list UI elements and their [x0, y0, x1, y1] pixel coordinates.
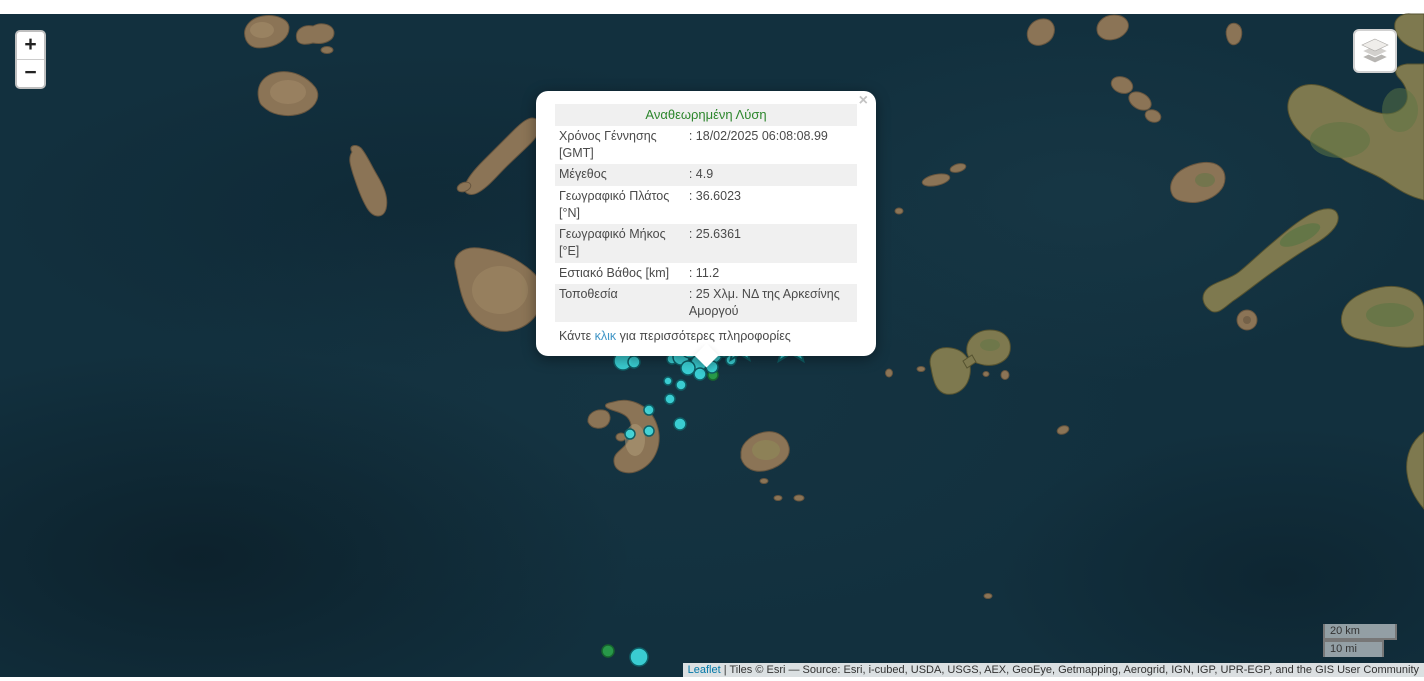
popup-footer: Κάντε κλικ για περισσότερες πληροφορίες — [555, 329, 857, 343]
zoom-control: + − — [15, 30, 46, 89]
tiles-attribution: Tiles © Esri — Source: Esri, i-cubed, US… — [729, 664, 1419, 676]
popup-title: Αναθεωρημένη Λύση — [555, 104, 857, 126]
scale-km: 20 km — [1323, 624, 1397, 641]
more-info-link[interactable]: κλικ — [595, 329, 617, 343]
row-value: : 25 Χλμ. ΝΔ της Αρκεσίνης Αμοργού — [685, 284, 857, 323]
row-value: : 25.6361 — [685, 224, 857, 263]
earthquake-info-table: Αναθεωρημένη Λύση Χρόνος Γέννησης [GMT]:… — [555, 104, 857, 322]
layers-icon — [1361, 38, 1389, 64]
row-value: : 18/02/2025 06:08:08.99 — [685, 126, 857, 165]
row-label: Γεωγραφικό Πλάτος [°N] — [555, 186, 685, 225]
footer-text: για περισσότερες πληροφορίες — [616, 329, 791, 343]
popup-close-button[interactable]: × — [859, 94, 868, 108]
attribution-bar: Leaflet | Tiles © Esri — Source: Esri, i… — [683, 663, 1424, 677]
row-value: : 11.2 — [685, 263, 857, 284]
footer-text: Κάντε — [559, 329, 595, 343]
row-value: : 36.6023 — [685, 186, 857, 225]
row-label: Τοποθεσία — [555, 284, 685, 323]
map-window: + − × Αναθεωρημένη Λύση Χρόνος Γέννησης … — [0, 0, 1424, 681]
earthquake-marker-circle[interactable] — [694, 368, 706, 380]
earthquake-marker-circle[interactable] — [644, 405, 654, 415]
row-value: : 4.9 — [685, 164, 857, 185]
scale-mi: 10 mi — [1323, 640, 1384, 657]
row-label: Εστιακό Βάθος [km] — [555, 263, 685, 284]
earthquake-marker-circle[interactable] — [664, 377, 672, 385]
row-label: Χρόνος Γέννησης [GMT] — [555, 126, 685, 165]
earthquake-marker-circle[interactable] — [602, 645, 614, 657]
zoom-out-button[interactable]: − — [17, 60, 44, 87]
earthquake-marker-circle[interactable] — [628, 356, 640, 368]
earthquake-popup: × Αναθεωρημένη Λύση Χρόνος Γέννησης [GMT… — [536, 91, 876, 356]
earthquake-marker-circle[interactable] — [644, 426, 654, 436]
leaflet-link[interactable]: Leaflet — [688, 664, 721, 676]
row-label: Μέγεθος — [555, 164, 685, 185]
earthquake-marker-circle[interactable] — [625, 429, 635, 439]
earthquake-marker-circle[interactable] — [674, 418, 686, 430]
layers-control-button[interactable] — [1353, 29, 1397, 73]
earthquake-marker-circle[interactable] — [665, 394, 675, 404]
row-label: Γεωγραφικό Μήκος [°E] — [555, 224, 685, 263]
earthquake-marker-circle[interactable] — [681, 361, 695, 375]
earthquake-marker-circle[interactable] — [630, 648, 648, 666]
earthquake-marker-circle[interactable] — [676, 380, 686, 390]
zoom-in-button[interactable]: + — [17, 32, 44, 60]
scale-control: 20 km 10 mi — [1323, 624, 1397, 657]
